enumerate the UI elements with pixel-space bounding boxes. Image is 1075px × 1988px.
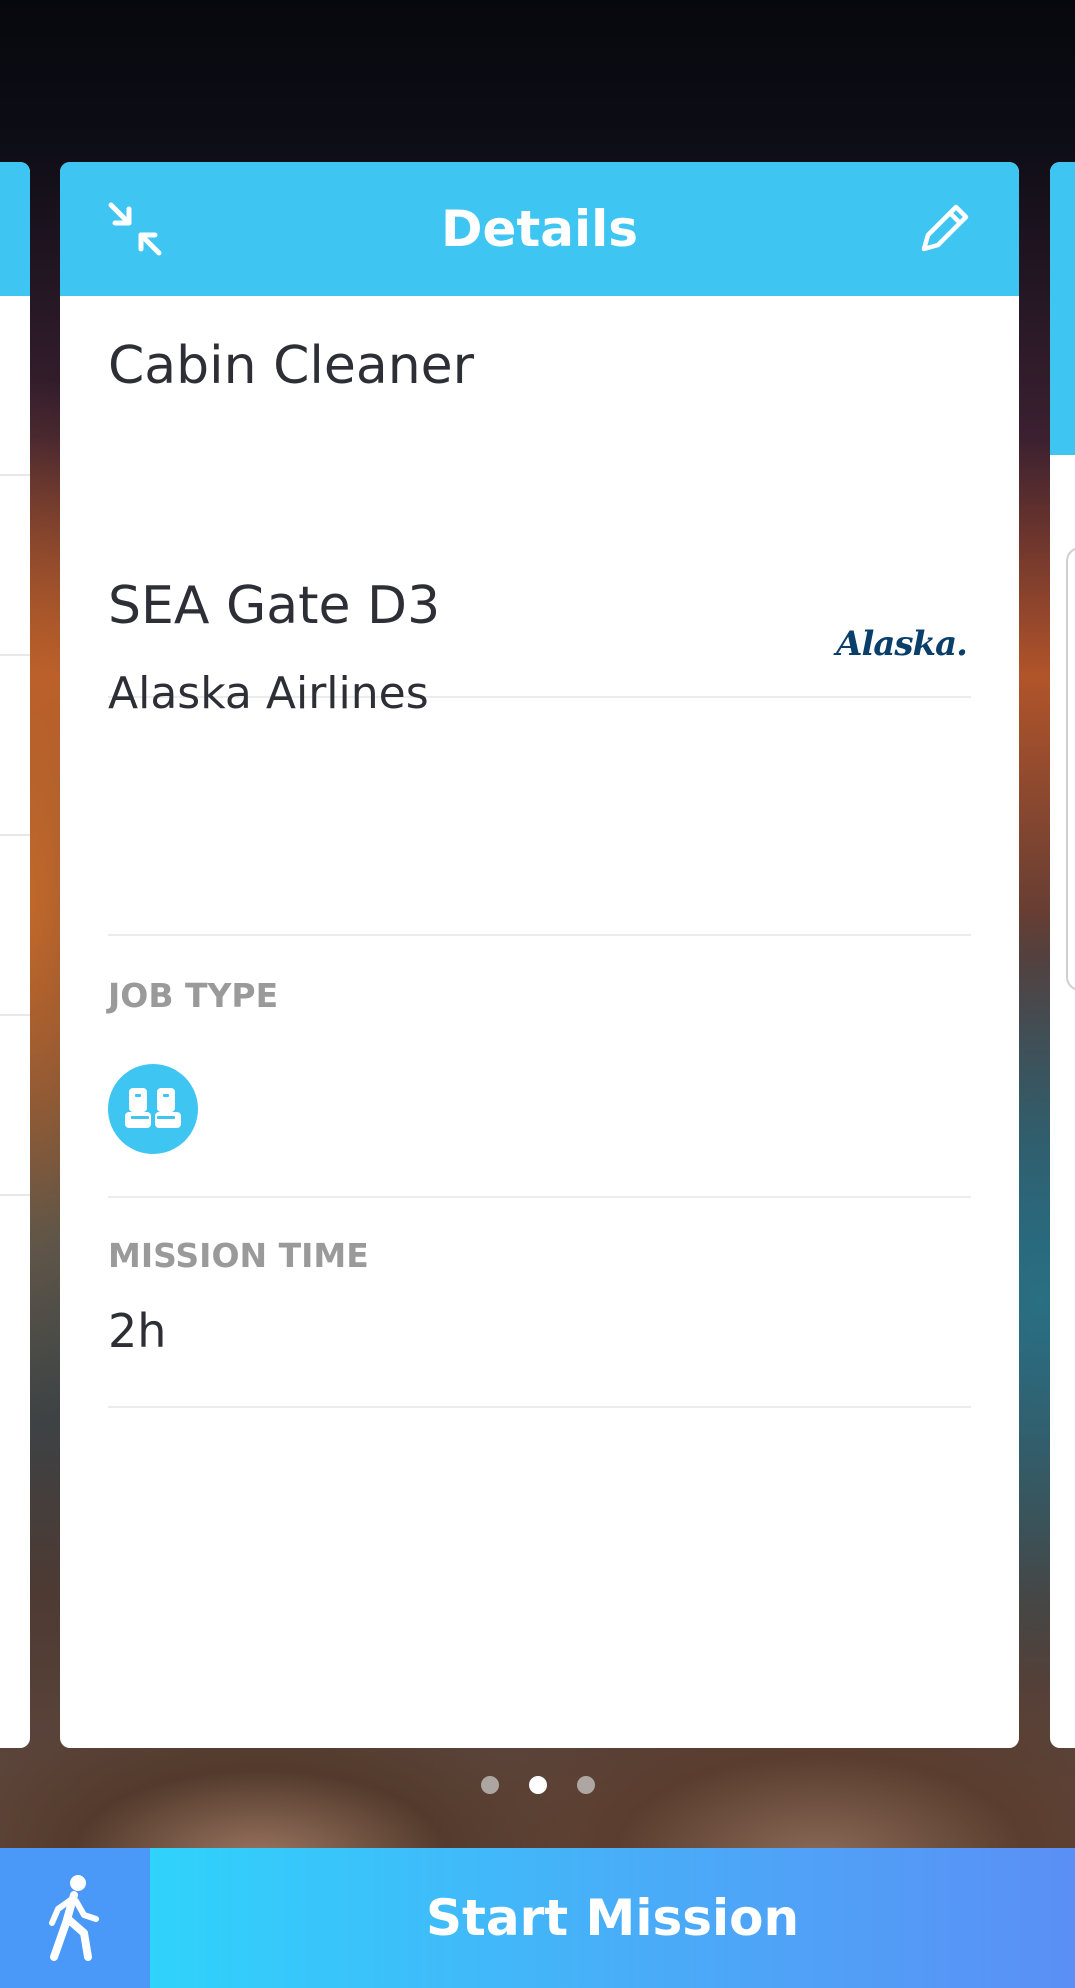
walk-button[interactable] (0, 1848, 150, 1988)
start-mission-label: Start Mission (425, 1889, 800, 1947)
card-title: Details (440, 200, 639, 258)
divider (108, 1196, 971, 1198)
page-dot-active[interactable] (528, 1776, 547, 1794)
previous-card-divider (0, 474, 30, 476)
page-dot[interactable] (576, 1776, 595, 1794)
previous-card-header (0, 162, 30, 296)
airline-name: Alaska Airlines (108, 668, 429, 719)
card-header: Details (60, 162, 1019, 296)
airplane-seats-icon (108, 1064, 198, 1154)
previous-card-divider (0, 1194, 30, 1196)
start-mission-button[interactable]: Start Mission (150, 1848, 1075, 1988)
page-indicator (0, 1776, 1075, 1794)
mission-time-label: MISSION TIME (108, 1236, 369, 1275)
previous-card[interactable] (0, 162, 30, 1748)
task-title: Cabin Cleaner (108, 336, 475, 396)
divider (108, 1406, 971, 1408)
mission-time-value: 2h (108, 1304, 167, 1358)
page-dot[interactable] (480, 1776, 499, 1794)
previous-card-divider (0, 834, 30, 836)
pencil-icon[interactable] (914, 199, 974, 259)
details-card: Details Cabin Cleaner SEA Gate D3 Alaska… (60, 162, 1019, 1748)
next-card[interactable] (1050, 162, 1075, 1748)
walking-person-icon (49, 1875, 99, 1961)
screen: Details Cabin Cleaner SEA Gate D3 Alaska… (0, 0, 1075, 1988)
next-card-header (1050, 162, 1075, 455)
job-type-label: JOB TYPE (108, 976, 279, 1015)
previous-card-divider (0, 654, 30, 656)
airline-logo: Alaska. (836, 624, 968, 664)
previous-card-divider (0, 1014, 30, 1016)
next-card-outline (1066, 547, 1075, 991)
location-name: SEA Gate D3 (108, 576, 441, 636)
bottom-action-bar: Start Mission (0, 1848, 1075, 1988)
divider (108, 934, 971, 936)
